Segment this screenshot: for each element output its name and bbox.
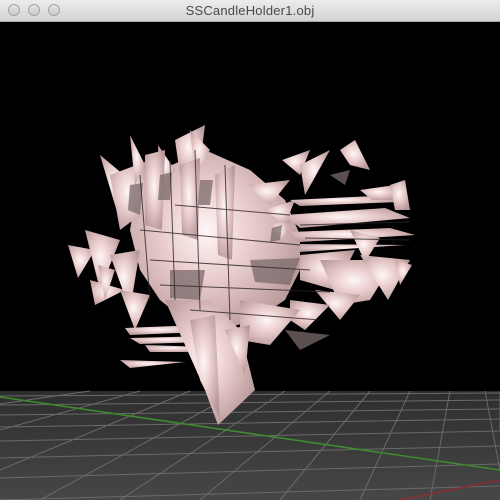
candle-holder-model[interactable]: [68, 125, 415, 425]
title-bar[interactable]: SSCandleHolder1.obj: [0, 0, 500, 22]
floor-grid: [0, 390, 500, 500]
viewport-canvas[interactable]: [0, 22, 500, 500]
app-window: SSCandleHolder1.obj: [0, 0, 500, 500]
window-title: SSCandleHolder1.obj: [185, 3, 315, 18]
3d-viewport[interactable]: [0, 22, 500, 500]
